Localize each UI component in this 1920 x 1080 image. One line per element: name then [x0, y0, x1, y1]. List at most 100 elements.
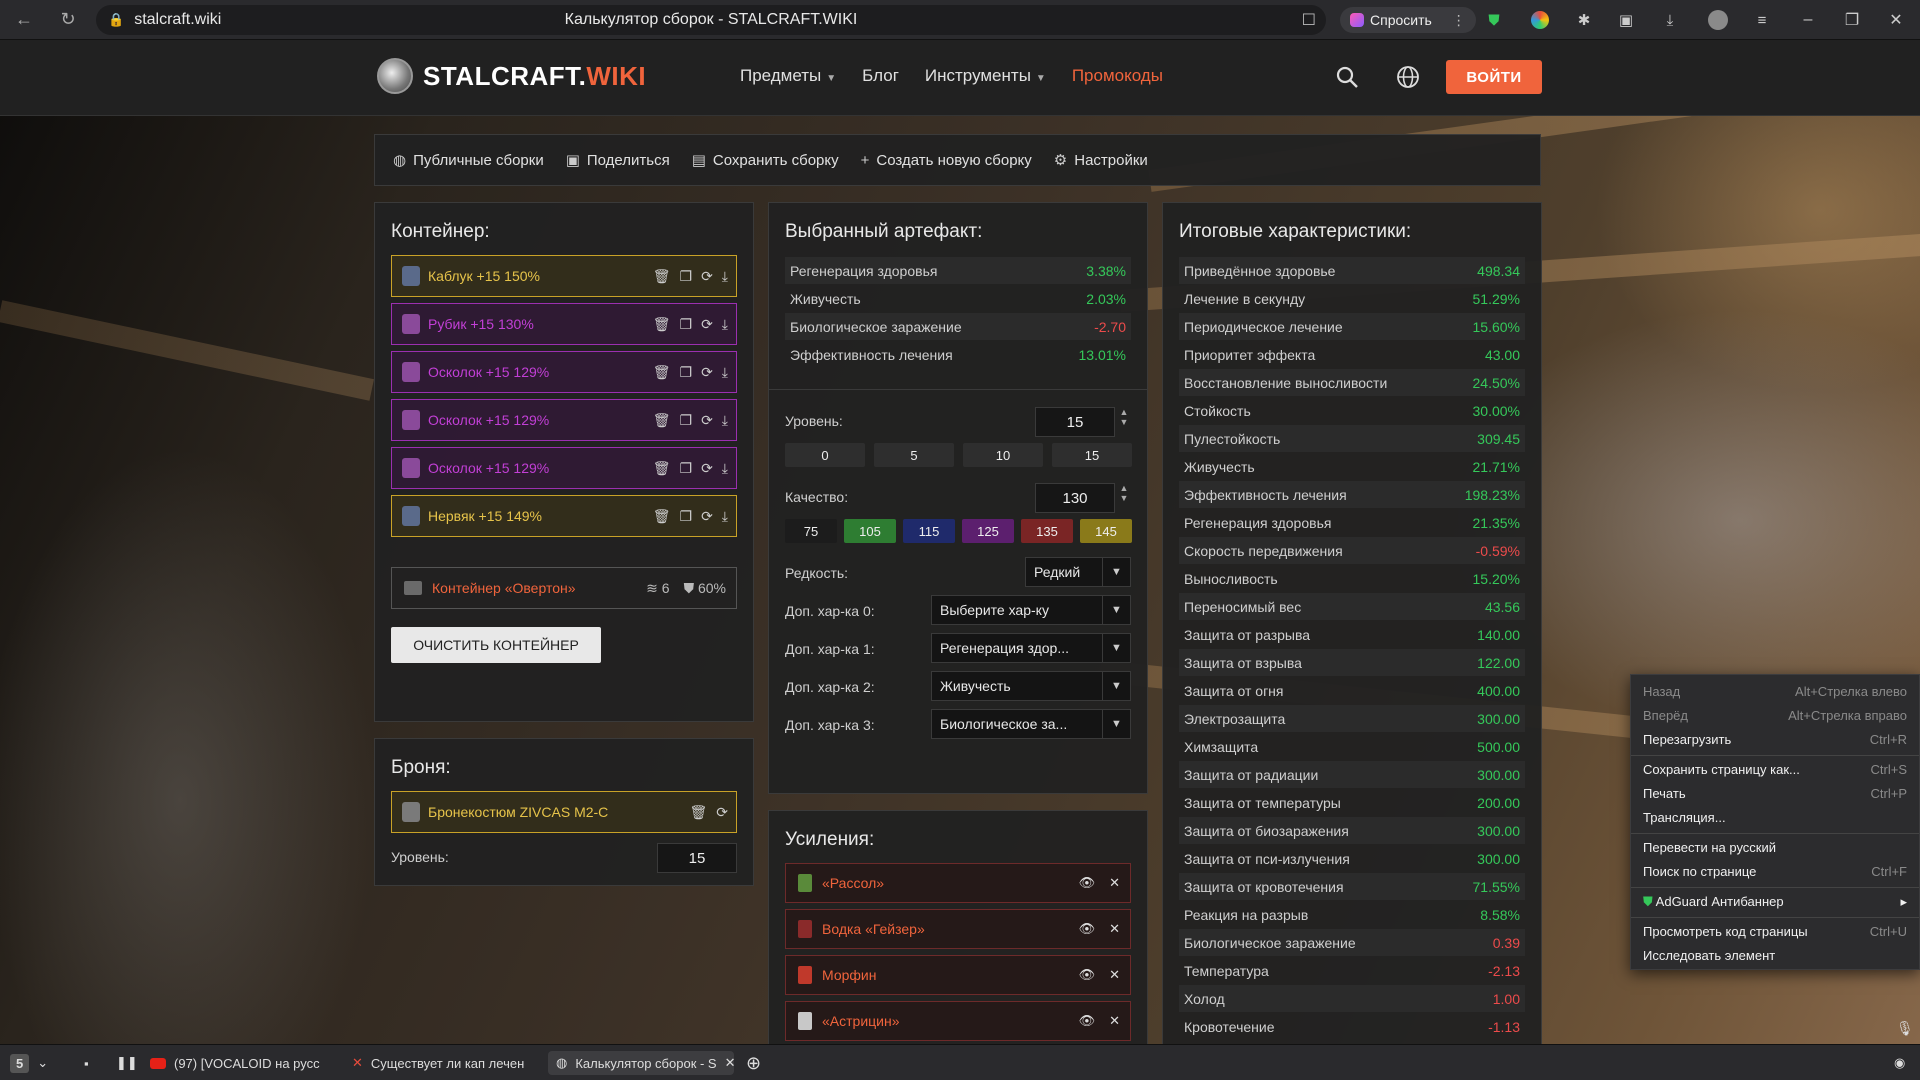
- tab-calculator[interactable]: ◍ Калькулятор сборок - S ✕: [548, 1051, 734, 1075]
- trash-icon[interactable]: 🗑: [653, 364, 671, 381]
- menu-hamburger-icon[interactable]: ≡: [1750, 8, 1774, 32]
- replace-icon[interactable]: ⟳: [701, 460, 713, 477]
- download-icon[interactable]: ⤓: [722, 460, 728, 477]
- site-logo[interactable]: STALCRAFT.WIKI: [377, 58, 646, 94]
- quality-preset-button[interactable]: 145: [1080, 519, 1132, 543]
- bookmark-icon[interactable]: ☐: [1302, 10, 1316, 30]
- armor-slot[interactable]: Бронекостюм ZIVCAS M2-C 🗑 ⟳: [391, 791, 737, 833]
- eye-icon[interactable]: 👁: [1079, 967, 1096, 983]
- eye-icon[interactable]: 👁: [1079, 921, 1096, 937]
- close-icon[interactable]: ✕: [1109, 1013, 1120, 1029]
- quality-preset-button[interactable]: 105: [844, 519, 896, 543]
- extra-stat-select[interactable]: Выберите хар-ку ▼: [931, 595, 1131, 625]
- extra-stat-select[interactable]: Регенерация здор... ▼: [931, 633, 1131, 663]
- extra-stat-select[interactable]: Биологическое за... ▼: [931, 709, 1131, 739]
- boost-item[interactable]: Морфин 👁 ✕: [785, 955, 1131, 995]
- quality-preset-button[interactable]: 75: [785, 519, 837, 543]
- copy-icon[interactable]: ❐: [680, 508, 693, 525]
- login-button[interactable]: ВОЙТИ: [1446, 60, 1542, 94]
- more-vertical-icon[interactable]: ⋮: [1452, 12, 1466, 29]
- nav-tools[interactable]: Инструменты ▼: [925, 66, 1046, 86]
- menu-item-adguard[interactable]: ⛊ AdGuard Антибаннер ▸: [1643, 894, 1907, 910]
- container-slot[interactable]: Осколок +15 129% 🗑 ❐ ⟳ ⤓: [391, 351, 737, 393]
- replace-icon[interactable]: ⟳: [701, 268, 713, 285]
- rarity-select[interactable]: Редкий ▼: [1025, 557, 1131, 587]
- copy-icon[interactable]: ❐: [680, 268, 693, 285]
- share-button[interactable]: ▣ Поделиться: [566, 151, 670, 170]
- trash-icon[interactable]: 🗑: [653, 316, 671, 333]
- trash-icon[interactable]: 🗑: [653, 508, 671, 525]
- trash-icon[interactable]: 🗑: [653, 412, 671, 429]
- globe-icon[interactable]: [1393, 62, 1423, 92]
- menu-item-find[interactable]: Поиск по странице Ctrl+F: [1643, 864, 1907, 879]
- reload-icon[interactable]: ↻: [50, 0, 86, 40]
- close-tab-icon[interactable]: ✕: [725, 1055, 734, 1071]
- copy-icon[interactable]: ❐: [680, 460, 693, 477]
- menu-item-cast[interactable]: Трансляция...: [1643, 810, 1907, 825]
- trash-icon[interactable]: 🗑: [653, 268, 671, 285]
- microphone-icon[interactable]: 🎙: [1896, 1020, 1914, 1037]
- container-slot[interactable]: Осколок +15 129% 🗑 ❐ ⟳ ⤓: [391, 399, 737, 441]
- download-icon[interactable]: ⤓: [722, 412, 728, 429]
- extension-colorful-icon[interactable]: [1528, 8, 1552, 32]
- adguard-shield-icon[interactable]: ⛊: [1482, 8, 1506, 32]
- save-build-button[interactable]: ▤ Сохранить сборку: [692, 151, 839, 170]
- trash-icon[interactable]: 🗑: [689, 804, 707, 821]
- create-build-button[interactable]: + Создать новую сборку: [861, 152, 1032, 169]
- close-icon[interactable]: ✕: [1109, 921, 1120, 937]
- profile-avatar-icon[interactable]: [1706, 8, 1730, 32]
- address-bar[interactable]: 🔒 stalcraft.wiki Калькулятор сборок - ST…: [96, 5, 1326, 35]
- close-icon[interactable]: ✕: [1109, 875, 1120, 891]
- menu-item-view-source[interactable]: Просмотреть код страницы Ctrl+U: [1643, 924, 1907, 939]
- download-icon[interactable]: ⤓: [722, 508, 728, 525]
- replace-icon[interactable]: ⟳: [701, 508, 713, 525]
- restore-icon[interactable]: ❐: [1830, 0, 1874, 40]
- download-icon[interactable]: ⤓: [722, 316, 728, 333]
- pause-icon[interactable]: ❚❚: [116, 1051, 138, 1075]
- level-preset-button[interactable]: 5: [874, 443, 954, 467]
- copy-icon[interactable]: ❐: [680, 412, 693, 429]
- trash-icon[interactable]: 🗑: [653, 460, 671, 477]
- download-icon[interactable]: ⤓: [722, 364, 728, 381]
- quality-preset-button[interactable]: 115: [903, 519, 955, 543]
- level-input[interactable]: 15: [1035, 407, 1115, 437]
- settings-circle-icon[interactable]: ◉: [1894, 1051, 1905, 1075]
- download-icon[interactable]: ⤓: [1658, 8, 1682, 32]
- stepper-icon[interactable]: ▲ ▼: [1119, 483, 1129, 503]
- eye-icon[interactable]: 👁: [1079, 875, 1096, 891]
- clear-container-button[interactable]: ОЧИСТИТЬ КОНТЕЙНЕР: [391, 627, 601, 663]
- copy-icon[interactable]: ❐: [680, 364, 693, 381]
- copy-icon[interactable]: ❐: [680, 316, 693, 333]
- menu-item-back[interactable]: Назад Alt+Стрелка влево: [1643, 684, 1907, 699]
- close-icon[interactable]: ✕: [1109, 967, 1120, 983]
- collections-icon[interactable]: ▣: [1614, 8, 1638, 32]
- container-slot[interactable]: Осколок +15 129% 🗑 ❐ ⟳ ⤓: [391, 447, 737, 489]
- container-slot[interactable]: Нервяк +15 149% 🗑 ❐ ⟳ ⤓: [391, 495, 737, 537]
- menu-item-inspect[interactable]: Исследовать элемент: [1643, 948, 1907, 963]
- download-icon[interactable]: ⤓: [722, 268, 728, 285]
- tab-search[interactable]: ✕ Существует ли кап лечен: [352, 1051, 532, 1075]
- nav-promo[interactable]: Промокоды: [1072, 66, 1163, 86]
- replace-icon[interactable]: ⟳: [716, 804, 728, 821]
- nav-items[interactable]: Предметы ▼: [740, 66, 836, 86]
- settings-button[interactable]: ⚙ Настройки: [1054, 151, 1148, 170]
- tab-youtube[interactable]: (97) [VOCALOID на русс: [150, 1051, 332, 1075]
- eye-icon[interactable]: 👁: [1079, 1013, 1096, 1029]
- nav-blog[interactable]: Блог: [862, 66, 899, 86]
- level-preset-button[interactable]: 10: [963, 443, 1043, 467]
- quality-preset-button[interactable]: 125: [962, 519, 1014, 543]
- level-preset-button[interactable]: 0: [785, 443, 865, 467]
- search-icon[interactable]: [1332, 62, 1362, 92]
- ask-ai-button[interactable]: Спросить ⋮: [1340, 7, 1476, 33]
- extra-stat-select[interactable]: Живучесть ▼: [931, 671, 1131, 701]
- menu-item-forward[interactable]: Вперёд Alt+Стрелка вправо: [1643, 708, 1907, 723]
- container-item[interactable]: Контейнер «Овертон» ≋ 6 ⛊ 60%: [391, 567, 737, 609]
- stepper-icon[interactable]: ▲ ▼: [1119, 407, 1129, 427]
- menu-item-reload[interactable]: Перезагрузить Ctrl+R: [1643, 732, 1907, 747]
- menu-item-translate[interactable]: Перевести на русский: [1643, 840, 1907, 855]
- boost-item[interactable]: Водка «Гейзер» 👁 ✕: [785, 909, 1131, 949]
- level-preset-button[interactable]: 15: [1052, 443, 1132, 467]
- puzzle-extensions-icon[interactable]: ✱: [1572, 8, 1596, 32]
- workspace-button[interactable]: 5 ⌄: [10, 1051, 48, 1075]
- replace-icon[interactable]: ⟳: [701, 316, 713, 333]
